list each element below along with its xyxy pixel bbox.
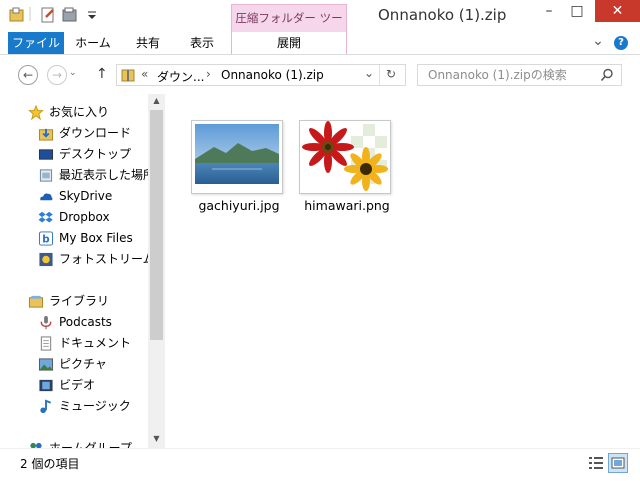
context-tab-border-right <box>346 31 347 54</box>
star-icon <box>28 105 44 120</box>
customize-qa-dropdown-icon[interactable] <box>84 7 100 23</box>
tab-extract[interactable]: 展開 <box>266 32 312 54</box>
search-icon[interactable] <box>600 68 614 82</box>
sidebar-item-my-box-files[interactable]: b My Box Files <box>8 228 156 249</box>
sidebar-item-music[interactable]: ミュージック <box>8 396 156 417</box>
context-tab-border-left <box>231 31 232 54</box>
sidebar-item-desktop[interactable]: デスクトップ <box>8 144 156 165</box>
flower-thumbnail <box>299 120 391 194</box>
document-icon <box>40 336 52 351</box>
recent-places-icon <box>39 169 53 182</box>
sidebar-item-label: My Box Files <box>59 231 133 245</box>
sidebar-item-dropbox[interactable]: Dropbox <box>8 207 156 228</box>
sidebar-item-favorites[interactable]: お気に入り <box>8 102 156 123</box>
sidebar-item-label: SkyDrive <box>59 189 113 203</box>
item-count: 2 個の項目 <box>20 457 80 471</box>
title-bar: 圧縮フォルダー ツール Onnanoko (1).zip – □ ✕ <box>0 0 640 51</box>
large-icons-view-icon[interactable] <box>608 453 628 473</box>
file-list-pane[interactable]: gachiyuri.jpg himawari.png <box>166 94 640 448</box>
properties-icon[interactable] <box>40 7 56 23</box>
sidebar-item-label: ビデオ <box>59 378 96 392</box>
sidebar-item-photostream[interactable]: フォトストリーム <box>8 249 156 270</box>
download-folder-icon <box>38 128 54 141</box>
file-name: gachiyuri.jpg <box>198 198 280 213</box>
pictures-icon <box>38 358 54 371</box>
address-field[interactable]: « ダウン... › Onnanoko (1).zip ⌄ ↻ <box>116 64 406 86</box>
svg-text:b: b <box>42 233 49 245</box>
library-icon <box>28 295 44 308</box>
expand-ribbon-chevron-icon[interactable]: ⌄ <box>591 32 605 54</box>
sidebar-item-label: Podcasts <box>59 315 112 329</box>
sidebar-item-label: ドキュメント <box>59 336 132 350</box>
sidebar-item-label: お気に入り <box>49 105 110 119</box>
search-input[interactable]: Onnanoko (1).zipの検索 <box>417 64 622 86</box>
video-icon <box>39 379 53 392</box>
sidebar-item-downloads[interactable]: ダウンロード <box>8 123 156 144</box>
sidebar-item-label: デスクトップ <box>59 147 132 161</box>
refresh-icon[interactable]: ↻ <box>386 67 396 81</box>
address-divider <box>379 65 380 85</box>
status-bar: 2 個の項目 <box>0 448 640 481</box>
folder-properties-icon[interactable] <box>9 7 25 23</box>
sidebar-scrollbar-thumb[interactable] <box>150 110 163 340</box>
podcast-icon <box>40 315 52 330</box>
zip-folder-icon <box>121 69 135 82</box>
sidebar-item-pictures[interactable]: ピクチャ <box>8 354 156 375</box>
skydrive-icon <box>40 193 53 201</box>
tab-home[interactable]: ホーム <box>70 32 116 54</box>
window-title: Onnanoko (1).zip <box>378 6 507 24</box>
scroll-up-arrow-icon[interactable]: ▲ <box>150 96 163 108</box>
homegroup-icon <box>30 442 42 448</box>
desktop-icon <box>38 149 54 160</box>
sidebar-item-label: フォトストリーム <box>59 252 155 266</box>
file-name: himawari.png <box>304 198 390 213</box>
landscape-thumbnail <box>191 120 283 194</box>
sidebar-item-libraries[interactable]: ライブラリ <box>8 291 156 312</box>
breadcrumb-current[interactable]: Onnanoko (1).zip <box>221 68 324 82</box>
address-dropdown-icon[interactable]: ⌄ <box>364 66 374 80</box>
tab-file[interactable]: ファイル <box>8 32 64 54</box>
sidebar-item-label: ダウンロード <box>59 126 132 140</box>
sidebar-item-videos[interactable]: ビデオ <box>8 375 156 396</box>
close-button[interactable]: ✕ <box>595 0 640 22</box>
sidebar-item-label: Dropbox <box>59 210 110 224</box>
up-button[interactable]: ↑ <box>96 66 108 82</box>
sidebar-item-label: ホームグループ <box>49 441 132 448</box>
navigation-pane: お気に入り ダウンロード デスクトップ 最近表示した場所 SkyDrive Dr… <box>8 94 165 448</box>
box-icon: b <box>38 231 54 246</box>
recent-locations-chevron-icon[interactable]: ⌄ <box>69 68 77 78</box>
breadcrumb-overflow[interactable]: « <box>141 67 148 81</box>
help-icon[interactable]: ? <box>614 36 628 50</box>
minimize-button[interactable]: – <box>535 0 563 22</box>
back-button[interactable]: ← <box>18 65 38 85</box>
compressed-folder-tools-tab[interactable]: 圧縮フォルダー ツール <box>231 4 347 51</box>
sidebar-item-homegroup[interactable]: ホームグループ <box>8 438 156 448</box>
breadcrumb-downloads[interactable]: ダウン... <box>157 68 204 85</box>
sidebar-item-label: ピクチャ <box>59 357 107 371</box>
search-placeholder: Onnanoko (1).zipの検索 <box>428 68 567 82</box>
address-bar-row: ← → ⌄ ↑ « ダウン... › Onnanoko (1).zip ⌄ ↻ … <box>0 55 640 93</box>
new-folder-icon[interactable] <box>62 7 78 23</box>
sidebar-item-recent[interactable]: 最近表示した場所 <box>8 165 156 186</box>
sidebar-item-label: ミュージック <box>59 399 131 413</box>
dropbox-icon <box>38 211 53 223</box>
scroll-down-arrow-icon[interactable]: ▼ <box>150 434 163 446</box>
ribbon-tabs: ファイル ホーム 共有 表示 展開 ⌄ ? <box>0 31 640 55</box>
sidebar-item-label: 最近表示した場所 <box>59 168 156 182</box>
maximize-button[interactable]: □ <box>563 0 591 22</box>
photostream-icon <box>39 252 53 267</box>
sidebar-item-skydrive[interactable]: SkyDrive <box>8 186 156 207</box>
music-icon <box>40 399 52 414</box>
sidebar-item-documents[interactable]: ドキュメント <box>8 333 156 354</box>
forward-button[interactable]: → <box>47 65 67 85</box>
sidebar-item-label: ライブラリ <box>49 294 110 308</box>
breadcrumb-separator[interactable]: › <box>206 67 211 81</box>
sidebar-item-podcasts[interactable]: Podcasts <box>8 312 156 333</box>
tab-share[interactable]: 共有 <box>128 32 168 54</box>
details-view-icon[interactable] <box>588 455 604 471</box>
qa-separator <box>29 7 31 21</box>
tab-view[interactable]: 表示 <box>182 32 222 54</box>
